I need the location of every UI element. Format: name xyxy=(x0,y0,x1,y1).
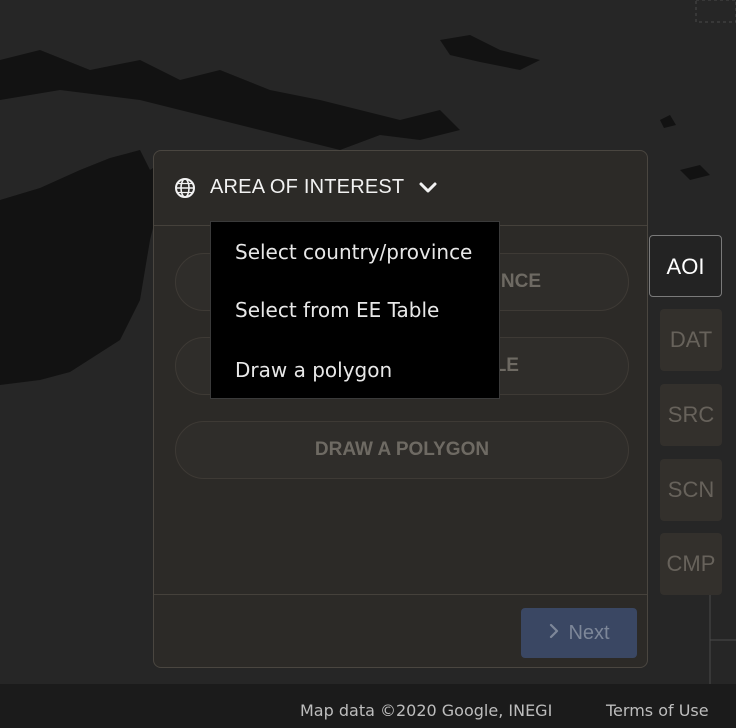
step-cmp[interactable]: CMP xyxy=(660,533,722,595)
chevron-right-icon xyxy=(548,608,560,658)
map-data-attribution: Map data ©2020 Google, INEGI xyxy=(300,701,553,720)
step-dat[interactable]: DAT xyxy=(660,309,722,371)
panel-title: AREA OF INTEREST xyxy=(210,176,405,198)
map-attribution-bar: Map data ©2020 Google, INEGI Terms of Us… xyxy=(0,684,736,728)
menu-item-select-ee-table[interactable]: Select from EE Table xyxy=(235,298,439,322)
chevron-down-icon[interactable] xyxy=(418,180,438,196)
globe-icon xyxy=(174,177,196,199)
next-button[interactable]: Next xyxy=(521,608,637,658)
next-label: Next xyxy=(568,622,610,644)
panel-header: AREA OF INTEREST xyxy=(154,151,647,226)
draw-polygon-button[interactable]: DRAW A POLYGON xyxy=(175,421,629,479)
menu-item-draw-polygon[interactable]: Draw a polygon xyxy=(235,358,392,382)
terms-of-use-link[interactable]: Terms of Use xyxy=(606,701,709,720)
step-aoi[interactable]: AOI xyxy=(649,235,722,297)
menu-item-select-country[interactable]: Select country/province xyxy=(235,240,472,264)
step-src[interactable]: SRC xyxy=(660,384,722,446)
panel-footer-divider xyxy=(154,594,647,595)
aoi-method-dropdown: Select country/province Select from EE T… xyxy=(210,221,500,399)
step-scn[interactable]: SCN xyxy=(660,459,722,521)
